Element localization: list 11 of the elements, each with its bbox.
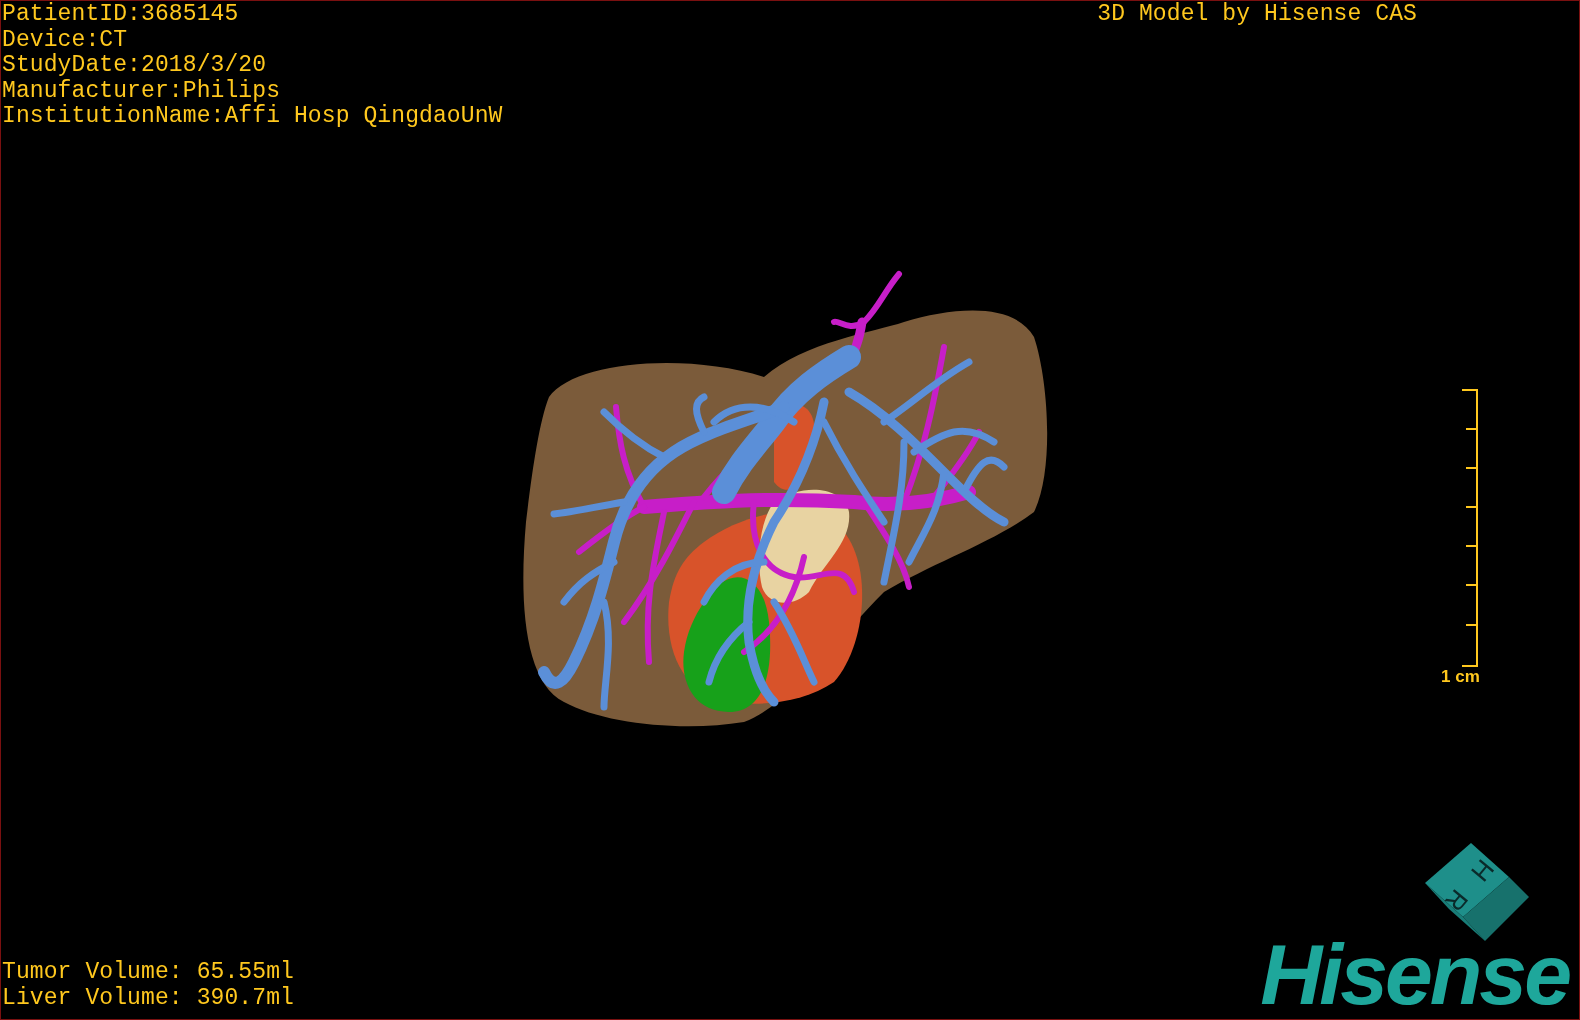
study-info-text: Manufacturer:Philips: [2, 78, 282, 104]
study-info-text: InstitutionName:Affi Hosp QingdaoUnW: [2, 104, 503, 130]
brand-logo: Hisense: [1260, 937, 1571, 1011]
study-info-text: StudyDate:2018/3/20: [2, 53, 268, 79]
scale-ruler-icon: [1459, 389, 1478, 667]
viewer-title: 3D Model by Hisense CAS: [1097, 2, 1417, 29]
volume-text: Liver Volume: 390.7ml: [2, 985, 294, 1011]
volume-text: Tumor Volume: 65.55ml: [2, 960, 294, 986]
study-info-text: PatientID:3685145: [2, 2, 240, 28]
scale-label: 1 cm: [1441, 667, 1480, 687]
study-info-text: Device:CT: [2, 27, 129, 53]
